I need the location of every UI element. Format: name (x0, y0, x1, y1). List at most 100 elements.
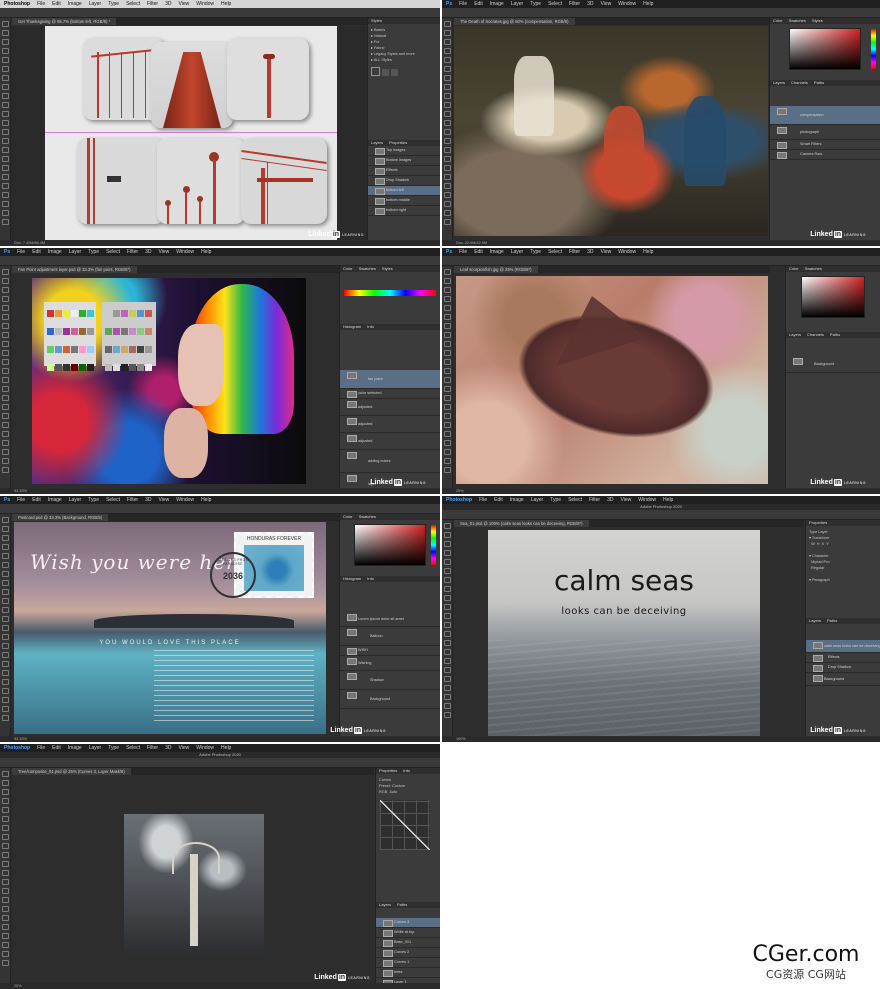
menu-select[interactable]: Select (548, 1, 562, 7)
menu-file[interactable]: File (17, 497, 25, 503)
canvas-postcard[interactable]: Wish you were here YOU WOULD LOVE THIS P… (14, 522, 326, 734)
menu-app[interactable]: Photoshop (446, 497, 472, 503)
document-tabs[interactable]: Sea_01.psd @ 100% (calm seas looks can b… (454, 520, 804, 527)
menu-edit[interactable]: Edit (52, 1, 61, 7)
menu-help[interactable]: Help (643, 1, 653, 7)
document-tab[interactable]: The Death of Socrates.jpg @ 50% (compens… (454, 18, 575, 25)
layer-row[interactable]: photograph (770, 125, 880, 140)
menu-view[interactable]: View (159, 497, 170, 503)
menu-file[interactable]: File (479, 497, 487, 503)
canvas-rainbow[interactable] (32, 278, 306, 484)
layer-row[interactable]: Drop Shadow (368, 176, 440, 186)
menu-image[interactable]: Image (68, 745, 82, 751)
menu-layer[interactable]: Layer (511, 249, 524, 255)
layer-row-selected[interactable]: Curves 3 (376, 918, 440, 928)
document-tab[interactable]: Sea_01.psd @ 100% (calm seas looks can b… (454, 520, 589, 527)
layers-panel[interactable]: Color Swatches Histogram Info Lorem ipsum … (339, 514, 440, 736)
properties-layers-panel[interactable]: Properties Type Layer ▾ Transform W H X Y… (805, 520, 880, 736)
layer-row-selected[interactable]: bottom left (368, 186, 440, 196)
menu-type[interactable]: Type (108, 745, 119, 751)
layer-row[interactable]: bottom right (368, 206, 440, 216)
canvas-reef[interactable] (456, 276, 768, 484)
properties-layers-panel[interactable]: Properties Info Curves Preset: Custom RGB A… (375, 768, 440, 988)
menu-edit[interactable]: Edit (474, 249, 483, 255)
menu-help[interactable]: Help (201, 249, 211, 255)
layer-row[interactable]: Background (806, 673, 880, 686)
layer-row[interactable]: Curves 1 (376, 958, 440, 968)
tools-panel[interactable] (0, 266, 11, 488)
document-tab[interactable]: Get Thanksgiving @ 95.7% (bottom left, R… (12, 18, 117, 25)
menu-help[interactable]: Help (221, 745, 231, 751)
layer-row-selected[interactable]: compensation (770, 106, 880, 125)
menu-window[interactable]: Window (176, 497, 194, 503)
menu-3d[interactable]: 3D (607, 497, 613, 503)
layer-row[interactable]: WISH (340, 646, 440, 656)
menu-3d[interactable]: 3D (587, 249, 593, 255)
layers-panel[interactable]: Color Swatches Styles Layers Channels Paths … (769, 18, 880, 240)
menu-window[interactable]: Window (176, 249, 194, 255)
menu-layer[interactable]: Layer (531, 497, 544, 503)
menu-select[interactable]: Select (568, 497, 582, 503)
menu-image[interactable]: Image (490, 249, 504, 255)
tools-panel[interactable] (442, 520, 453, 736)
menu-3d[interactable]: 3D (145, 249, 151, 255)
color-picker-field[interactable] (789, 28, 861, 70)
layers-panel[interactable]: Color Swatches Styles Histogram Info fan po… (339, 266, 440, 488)
menu-window[interactable]: Window (196, 745, 214, 751)
menu-select[interactable]: Select (106, 249, 120, 255)
layer-row[interactable]: Effects (806, 653, 880, 663)
layer-row[interactable]: Drop Shadow (806, 663, 880, 673)
layer-row[interactable]: bottom middle (368, 196, 440, 206)
layer-row[interactable]: Shadow (340, 671, 440, 690)
layer-row[interactable]: Effects (368, 166, 440, 176)
layer-row[interactable]: color selected (340, 389, 440, 399)
tools-panel[interactable] (0, 514, 11, 736)
layers-panel[interactable]: Styles ▸ Basics ▸ Natural ▸ Fur ▸ Fabric ▸ L… (367, 18, 440, 240)
hue-slider[interactable] (431, 525, 436, 565)
tools-panel[interactable] (442, 18, 453, 240)
menu-filter[interactable]: Filter (589, 497, 600, 503)
canvas-sea[interactable]: calm seas looks can be deceiving (488, 530, 760, 736)
layer-row[interactable]: adjusted (340, 416, 440, 433)
menu-image[interactable]: Image (48, 497, 62, 503)
menu-layer[interactable]: Layer (89, 745, 102, 751)
document-tabs[interactable]: Fan Point adjustment layer.psd @ 33.3% (… (12, 266, 340, 273)
layer-row[interactable]: Smart Filters (770, 140, 880, 150)
menu-window[interactable]: Window (618, 1, 636, 7)
menu-edit[interactable]: Edit (32, 249, 41, 255)
layer-row[interactable]: Camera Raw (770, 150, 880, 160)
menu-image[interactable]: Image (68, 1, 82, 7)
menu-help[interactable]: Help (663, 497, 673, 503)
menu-edit[interactable]: Edit (474, 1, 483, 7)
menu-app[interactable]: Photoshop (4, 1, 30, 7)
menu-3d[interactable]: 3D (165, 745, 171, 751)
menu-layer[interactable]: Layer (69, 249, 82, 255)
layer-row-selected[interactable]: fan point (340, 370, 440, 389)
layer-row[interactable]: Wishing (340, 656, 440, 671)
menu-window[interactable]: Window (638, 497, 656, 503)
menu-type[interactable]: Type (88, 249, 99, 255)
tools-panel[interactable] (0, 18, 11, 240)
canvas-painting[interactable] (454, 26, 768, 236)
layer-row[interactable]: White at top (376, 928, 440, 938)
menu-edit[interactable]: Edit (494, 497, 503, 503)
menu-filter[interactable]: Filter (127, 249, 138, 255)
menu-type[interactable]: Type (108, 1, 119, 7)
layer-row[interactable]: Balloon (340, 627, 440, 646)
layer-row[interactable]: Lorem ipsum dolor sit amet (340, 612, 440, 627)
canvas-tree[interactable] (124, 814, 264, 954)
canvas-area[interactable] (11, 26, 368, 240)
menu-image[interactable]: Image (48, 249, 62, 255)
menu-select[interactable]: Select (126, 745, 140, 751)
menu-view[interactable]: View (159, 249, 170, 255)
menu-type[interactable]: Type (530, 1, 541, 7)
swatch-bar[interactable] (344, 290, 436, 296)
menu-select[interactable]: Select (548, 249, 562, 255)
menu-3d[interactable]: 3D (145, 497, 151, 503)
document-tab[interactable]: Postcard.psd @ 33.3% (Background, RGB/8) (12, 514, 109, 521)
tools-panel[interactable] (442, 266, 453, 488)
layer-row[interactable]: Top images (368, 146, 440, 156)
menu-window[interactable]: Window (196, 1, 214, 7)
menu-window[interactable]: Window (618, 249, 636, 255)
menu-edit[interactable]: Edit (32, 497, 41, 503)
